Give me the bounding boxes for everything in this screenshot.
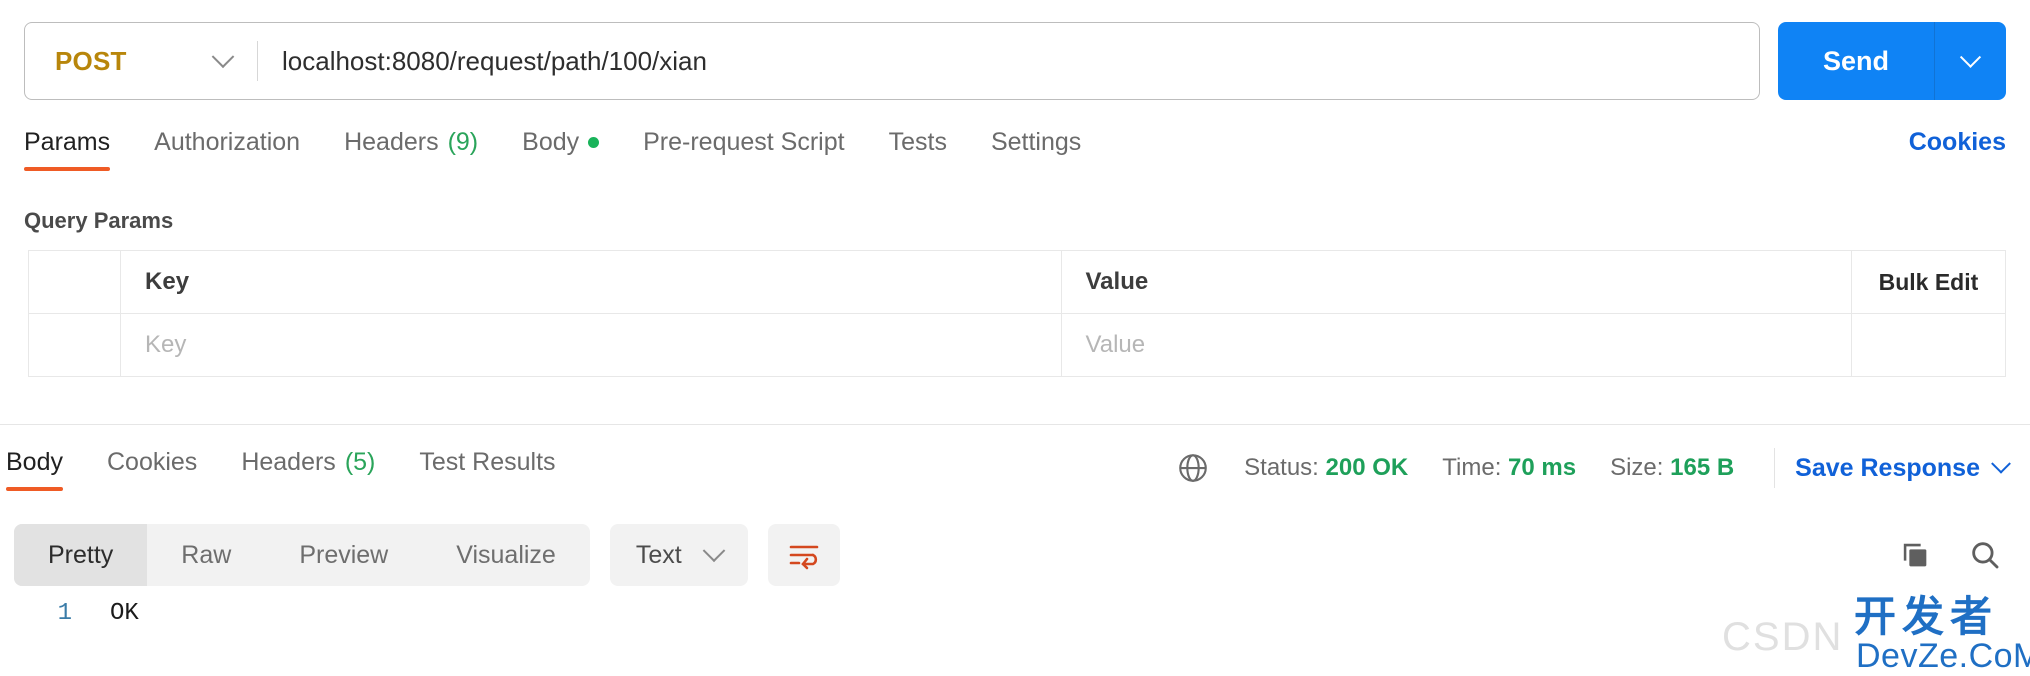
header-checkbox-cell (27, 250, 122, 314)
row-value-placeholder: Value (1085, 331, 1146, 358)
status-value: 200 OK (1325, 454, 1409, 481)
postman-request-response-pane: POST Send Params Authorization Headers (… (0, 0, 2030, 676)
chevron-down-icon (702, 539, 726, 563)
code-line: 1 OK (0, 600, 2030, 627)
tab-headers-label: Headers (344, 128, 439, 156)
response-tab-cookies[interactable]: Cookies (107, 448, 197, 491)
time-metric: Time: 70 ms (1442, 454, 1576, 482)
row-value-cell[interactable]: Value (1060, 313, 1852, 377)
tab-tests-label: Tests (888, 128, 947, 156)
row-key-placeholder: Key (145, 331, 187, 358)
response-bar: Body Cookies Headers (5) Test Results St… (0, 448, 2030, 504)
tab-pre-request-script-label: Pre-request Script (643, 128, 845, 156)
response-tab-cookies-label: Cookies (106, 448, 198, 476)
http-method-select[interactable]: POST (25, 23, 257, 99)
cookies-link[interactable]: Cookies (1909, 128, 2006, 171)
chevron-down-icon (211, 45, 235, 69)
word-wrap-toggle-button[interactable] (767, 524, 840, 586)
url-input-group: POST (24, 22, 1760, 100)
line-content: OK (110, 600, 139, 627)
view-mode-visualize[interactable]: Visualize (422, 524, 590, 586)
bulk-edit-label: Bulk Edit (1878, 268, 1979, 295)
view-mode-raw[interactable]: Raw (147, 524, 265, 586)
time-label: Time: (1442, 454, 1502, 481)
response-tab-headers[interactable]: Headers (5) (241, 448, 375, 491)
search-icon[interactable] (1968, 538, 2002, 572)
send-button-group: Send (1778, 22, 2006, 100)
globe-icon (1179, 454, 1207, 482)
response-actions (1898, 538, 2016, 572)
response-language-select[interactable]: Text (609, 524, 748, 586)
tab-body-label: Body (522, 128, 580, 156)
send-options-dropdown[interactable] (1934, 22, 2006, 100)
response-tab-test-results-label: Test Results (419, 448, 556, 476)
view-mode-pretty[interactable]: Pretty (14, 524, 148, 586)
url-bar-row: POST Send (24, 22, 2006, 100)
save-response-button[interactable]: Save Response (1774, 448, 2011, 488)
send-button[interactable]: Send (1778, 22, 1934, 100)
query-params-table: Key Value Bulk Edit Key Value (27, 250, 2007, 377)
tab-tests[interactable]: Tests (889, 128, 947, 171)
request-url-input[interactable] (258, 23, 1759, 99)
view-mode-segmented-control: Pretty Raw Preview Visualize (14, 524, 590, 586)
response-section-divider (0, 424, 2030, 425)
tab-pre-request-script[interactable]: Pre-request Script (643, 128, 844, 171)
status-metric: Status: 200 OK (1244, 454, 1408, 482)
response-tab-body[interactable]: Body (6, 448, 63, 491)
row-checkbox-cell[interactable] (27, 313, 122, 377)
response-language-label: Text (635, 540, 682, 569)
response-tab-headers-count: (5) (344, 448, 376, 476)
copy-icon[interactable] (1898, 538, 1932, 572)
table-row: Key Value (27, 313, 2007, 377)
response-tab-test-results[interactable]: Test Results (419, 448, 555, 491)
header-key-label: Key (145, 268, 190, 295)
header-key-cell: Key (120, 250, 1062, 314)
body-modified-dot-icon (588, 137, 600, 148)
response-tab-body-label: Body (6, 448, 63, 476)
request-tabs: Params Authorization Headers (9) Body Pr… (24, 128, 2006, 178)
tab-headers-count: (9) (447, 128, 479, 156)
tab-settings[interactable]: Settings (991, 128, 1081, 171)
tab-params[interactable]: Params (24, 128, 111, 171)
table-header-row: Key Value Bulk Edit (27, 250, 2007, 314)
word-wrap-icon (789, 545, 819, 570)
header-value-cell: Value (1060, 250, 1852, 314)
size-metric: Size: 165 B (1610, 454, 1734, 482)
chevron-down-icon (1959, 46, 1982, 68)
tab-authorization-label: Authorization (154, 128, 301, 156)
chevron-down-icon (1991, 453, 2011, 474)
status-label: Status: (1244, 454, 1319, 481)
line-number: 1 (57, 600, 72, 627)
query-params-title: Query Params (24, 208, 174, 233)
header-value-label: Value (1085, 268, 1149, 295)
row-key-cell[interactable]: Key (120, 313, 1062, 377)
size-label: Size: (1610, 454, 1664, 481)
size-value: 165 B (1670, 454, 1735, 481)
save-response-label: Save Response (1795, 453, 1980, 482)
http-method-label: POST (55, 45, 127, 76)
response-meta: Status: 200 OK Time: 70 ms Size: 165 B S… (1176, 448, 2030, 488)
row-actions-cell (1850, 313, 2007, 377)
bulk-edit-cell[interactable]: Bulk Edit (1850, 250, 2007, 314)
response-body-viewer[interactable]: 1 OK (0, 600, 2030, 676)
response-view-toolbar: Pretty Raw Preview Visualize Text (14, 524, 2016, 586)
tab-body[interactable]: Body (522, 128, 600, 171)
time-value: 70 ms (1508, 454, 1577, 481)
view-mode-preview[interactable]: Preview (265, 524, 422, 586)
tab-settings-label: Settings (990, 128, 1082, 156)
response-tabs: Body Cookies Headers (5) Test Results (0, 448, 600, 491)
tab-authorization[interactable]: Authorization (154, 128, 300, 171)
tab-params-label: Params (24, 128, 111, 156)
response-tab-headers-label: Headers (241, 448, 336, 476)
tab-headers[interactable]: Headers (9) (344, 128, 478, 171)
